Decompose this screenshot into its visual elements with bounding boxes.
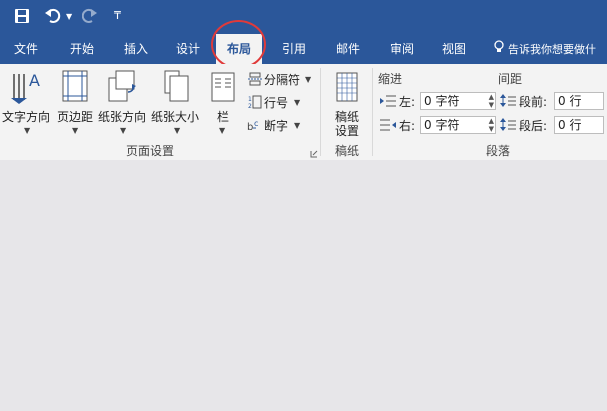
tab-insert[interactable]: 插入	[118, 34, 154, 64]
columns-button[interactable]: 栏 ▼	[206, 64, 240, 140]
document-area[interactable]	[0, 160, 607, 411]
spacing-after-value: 0 行	[558, 118, 582, 132]
spacing-after-input[interactable]: 0 行	[554, 116, 604, 134]
tab-references[interactable]: 引用	[276, 34, 312, 64]
orientation-label: 纸张方向	[98, 110, 147, 124]
chevron-down-icon: ▼	[294, 98, 301, 107]
indent-right-icon	[380, 119, 396, 134]
svg-text:c: c	[254, 119, 258, 128]
chevron-down-icon: ▼	[219, 126, 226, 135]
size-label: 纸张大小	[151, 110, 200, 124]
redo-icon	[81, 7, 98, 28]
margins-label: 页边距	[57, 110, 94, 124]
svg-text:A: A	[29, 71, 40, 90]
page-setup-group-label: 页面设置	[126, 144, 175, 158]
tell-me-box[interactable]: 告诉我你想要做什	[494, 34, 607, 64]
indent-left-value: 0 字符	[424, 94, 460, 108]
ribbon-tabs: 文件 开始 插入 设计 布局 引用 邮件 审阅 视图 告诉我你想要做什	[0, 34, 607, 64]
customize-qat-icon[interactable]: ₸	[114, 9, 121, 22]
indent-left-icon	[380, 95, 396, 110]
breaks-label: 分隔符	[264, 73, 301, 87]
undo-dropdown-icon[interactable]: ▼	[66, 12, 72, 21]
spacing-before-input[interactable]: 0 行	[554, 92, 604, 110]
breaks-icon	[248, 72, 262, 89]
chevron-down-icon: ▼	[24, 126, 31, 135]
spacing-before-label: 段前:	[519, 95, 548, 109]
tell-me-text: 告诉我你想要做什	[508, 43, 596, 56]
indent-title: 缩进	[378, 72, 403, 86]
line-numbers-button[interactable]: 1 2 行号 ▼	[244, 93, 304, 111]
breaks-button[interactable]: 分隔符 ▼	[244, 70, 314, 88]
svg-text:b: b	[247, 122, 253, 132]
columns-label: 栏	[217, 110, 230, 124]
svg-text:1: 1	[248, 96, 252, 103]
draft-paper-button[interactable]: 稿纸 设置	[326, 64, 368, 140]
save-icon[interactable]	[14, 8, 30, 27]
paper-size-icon	[164, 70, 190, 105]
chevron-down-icon: ▼	[120, 126, 127, 135]
indent-right-input[interactable]: 0 字符 ▲ ▼	[420, 116, 496, 134]
columns-icon	[211, 72, 235, 105]
tab-layout[interactable]: 布局	[216, 34, 262, 64]
orientation-icon	[108, 70, 138, 105]
text-direction-button[interactable]: A 文字方向 ▼	[0, 64, 54, 140]
tab-design[interactable]: 设计	[170, 34, 206, 64]
spacing-title: 间距	[498, 72, 523, 86]
indent-left-label: 左:	[399, 95, 416, 109]
chevron-down-icon: ▼	[72, 126, 79, 135]
hyphenation-icon: b c	[247, 118, 263, 135]
spinner-arrows-icon[interactable]: ▲ ▼	[489, 93, 494, 109]
text-direction-icon: A	[11, 70, 43, 107]
hyphenation-button[interactable]: b c 断字 ▼	[244, 116, 304, 134]
group-separator	[320, 68, 321, 156]
tab-view[interactable]: 视图	[436, 34, 472, 64]
tab-review[interactable]: 审阅	[384, 34, 420, 64]
spacing-after-label: 段后:	[519, 119, 548, 133]
spacing-before-icon	[500, 94, 516, 111]
spinner-arrows-icon[interactable]: ▲ ▼	[489, 117, 494, 133]
indent-left-input[interactable]: 0 字符 ▲ ▼	[420, 92, 496, 110]
draft-group-label: 稿纸	[335, 144, 360, 158]
hyphenation-label: 断字	[264, 119, 289, 133]
ribbon-layout: A 文字方向 ▼ 页边距 ▼ 纸张方向 ▼ 纸张大小 ▼ 栏 ▼ 分隔符 ▼ 1…	[0, 64, 607, 161]
group-separator	[372, 68, 373, 156]
size-button[interactable]: 纸张大小 ▼	[150, 64, 204, 140]
tab-home[interactable]: 开始	[64, 34, 100, 64]
paragraph-group-label: 段落	[486, 144, 511, 158]
orientation-button[interactable]: 纸张方向 ▼	[96, 64, 150, 140]
margins-icon	[62, 70, 88, 105]
chevron-down-icon: ▼	[294, 121, 301, 130]
line-numbers-icon: 1 2	[248, 95, 262, 112]
chevron-down-icon: ▼	[305, 75, 312, 84]
tab-file[interactable]: 文件	[8, 34, 44, 64]
svg-text:2: 2	[248, 103, 252, 109]
tab-mailings[interactable]: 邮件	[330, 34, 366, 64]
draft-paper-icon	[336, 72, 358, 105]
lightbulb-icon	[494, 35, 504, 65]
undo-icon[interactable]	[44, 7, 62, 28]
draft-paper-label-line2: 设置	[335, 124, 360, 138]
dialog-launcher-icon[interactable]	[310, 147, 318, 161]
spacing-before-value: 0 行	[558, 94, 582, 108]
margins-button[interactable]: 页边距 ▼	[54, 64, 96, 140]
indent-right-value: 0 字符	[424, 118, 460, 132]
spacing-after-icon	[500, 118, 516, 135]
title-bar: ▼ ₸	[0, 0, 607, 34]
text-direction-label: 文字方向	[2, 110, 51, 124]
line-numbers-label: 行号	[264, 96, 289, 110]
indent-right-label: 右:	[399, 119, 416, 133]
chevron-down-icon: ▼	[174, 126, 181, 135]
